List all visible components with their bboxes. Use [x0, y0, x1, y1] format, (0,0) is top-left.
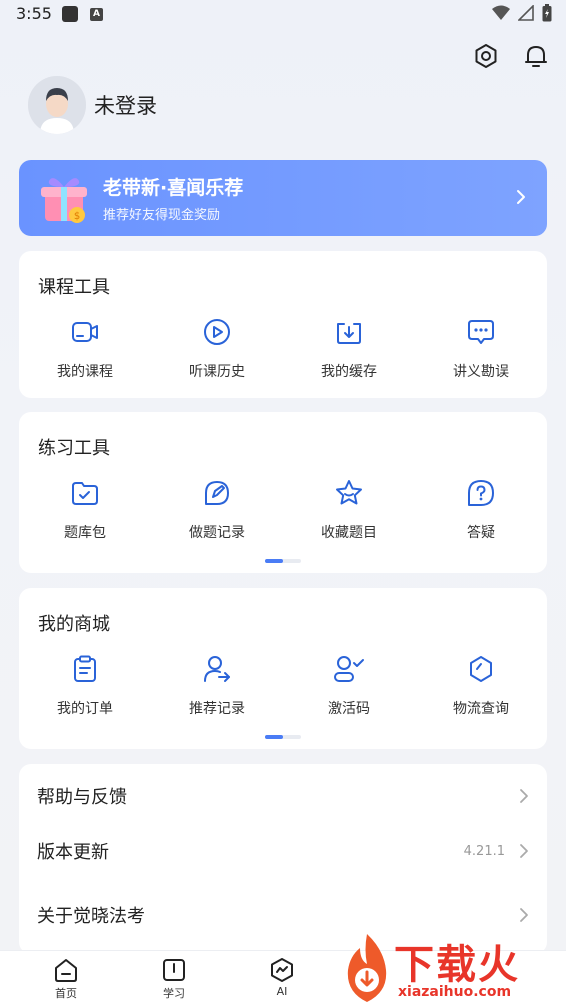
question-icon: [468, 480, 494, 506]
avatar: [28, 76, 86, 134]
user-arrow-icon: [204, 656, 230, 682]
qa-label: 答疑: [467, 525, 495, 541]
notification-button[interactable]: [522, 42, 550, 70]
help-feedback-label: 帮助与反馈: [37, 787, 127, 808]
my-orders-label: 我的订单: [57, 701, 113, 717]
logistics-label: 物流查询: [453, 701, 509, 717]
referral-record-button[interactable]: 推荐记录: [151, 652, 283, 718]
logistics-button[interactable]: 物流查询: [415, 652, 547, 718]
version-number: 4.21.1: [463, 843, 505, 859]
hexagon-icon: [470, 656, 492, 682]
practice-tools-card: 练习工具 题库包 做题记录 收藏题目 答疑: [19, 412, 547, 573]
page-indicator: [265, 559, 301, 563]
login-status[interactable]: 未登录: [94, 90, 157, 120]
edit-record-icon: [205, 481, 229, 505]
flame-icon: [347, 934, 387, 1002]
about-label: 关于觉晓法考: [37, 906, 145, 927]
watermark-logo: 下载火 xiazaihuo.com: [334, 930, 566, 1008]
status-bar: 3:55 A: [0, 0, 566, 30]
app-notification-icon: [62, 6, 78, 22]
bell-icon: [525, 46, 547, 67]
battery-icon: [542, 4, 552, 22]
chevron-right-icon: [517, 190, 525, 204]
practice-record-label: 做题记录: [189, 525, 245, 541]
chevron-right-icon: [520, 844, 528, 858]
home-icon: [55, 959, 77, 982]
question-bank-label: 题库包: [64, 525, 106, 541]
play-circle-icon: [204, 319, 230, 345]
tab-home-label: 首页: [55, 987, 77, 1000]
my-cache-label: 我的缓存: [321, 364, 377, 380]
ai-icon: [271, 958, 293, 982]
version-update-label: 版本更新: [37, 842, 109, 863]
profile-login[interactable]: 未登录: [28, 76, 157, 134]
course-tools-card: 课程工具 我的课程 听课历史 我的缓存 讲义勘误: [19, 251, 547, 398]
referral-banner[interactable]: $ 老带新·喜闻乐荐 推荐好友得现金奖励: [19, 160, 547, 236]
practice-tools-title: 练习工具: [38, 438, 110, 459]
my-courses-button[interactable]: 我的课程: [19, 315, 151, 381]
settings-list: 帮助与反馈 版本更新 4.21.1 关于觉晓法考: [19, 764, 547, 954]
wifi-icon: [492, 5, 510, 20]
my-orders-button[interactable]: 我的订单: [19, 652, 151, 718]
gift-icon: $: [35, 169, 93, 227]
watermark-url: xiazaihuo.com: [398, 984, 512, 1000]
status-time: 3:55: [16, 4, 52, 23]
settings-button[interactable]: [472, 42, 500, 70]
course-history-button[interactable]: 听课历史: [151, 315, 283, 381]
about-row[interactable]: 关于觉晓法考: [37, 895, 529, 935]
practice-record-button[interactable]: 做题记录: [151, 476, 283, 542]
version-update-row[interactable]: 版本更新 4.21.1: [37, 831, 529, 871]
download-icon: [337, 323, 361, 344]
folder-icon: [72, 482, 98, 505]
tab-ai-label: AI: [276, 985, 288, 998]
activation-code-label: 激活码: [328, 701, 370, 717]
tab-home[interactable]: 首页: [36, 957, 96, 1001]
watermark-text: 下载火: [394, 942, 520, 988]
signal-icon: [518, 5, 534, 21]
svg-text:$: $: [74, 211, 80, 222]
course-tools-title: 课程工具: [38, 277, 110, 298]
help-feedback-row[interactable]: 帮助与反馈: [37, 776, 529, 816]
banner-title: 老带新·喜闻乐荐: [103, 177, 244, 199]
qa-button[interactable]: 答疑: [415, 476, 547, 542]
user-check-icon: [334, 656, 364, 682]
favorites-label: 收藏题目: [321, 525, 377, 541]
referral-record-label: 推荐记录: [189, 701, 245, 717]
tab-study-label: 学习: [163, 987, 185, 1000]
page-indicator: [265, 735, 301, 739]
clipboard-icon: [74, 655, 96, 682]
keyboard-notification-icon: A: [90, 8, 103, 21]
errata-label: 讲义勘误: [453, 364, 509, 380]
mall-card: 我的商城 我的订单 推荐记录 激活码 物流查询: [19, 588, 547, 749]
my-cache-button[interactable]: 我的缓存: [283, 315, 415, 381]
question-bank-button[interactable]: 题库包: [19, 476, 151, 542]
course-history-label: 听课历史: [189, 364, 245, 380]
video-icon: [72, 322, 98, 342]
book-icon: [163, 959, 185, 981]
mall-title: 我的商城: [38, 614, 110, 635]
favorites-button[interactable]: 收藏题目: [283, 476, 415, 542]
chat-dots-icon: [468, 320, 494, 344]
chevron-right-icon: [520, 908, 528, 922]
errata-button[interactable]: 讲义勘误: [415, 315, 547, 381]
tab-ai[interactable]: AI: [252, 957, 312, 998]
my-courses-label: 我的课程: [57, 364, 113, 380]
star-icon: [336, 480, 362, 505]
gear-icon: [475, 44, 497, 68]
activation-code-button[interactable]: 激活码: [283, 652, 415, 718]
tab-study[interactable]: 学习: [144, 957, 204, 1001]
chevron-right-icon: [520, 789, 528, 803]
banner-subtitle: 推荐好友得现金奖励: [103, 208, 221, 223]
